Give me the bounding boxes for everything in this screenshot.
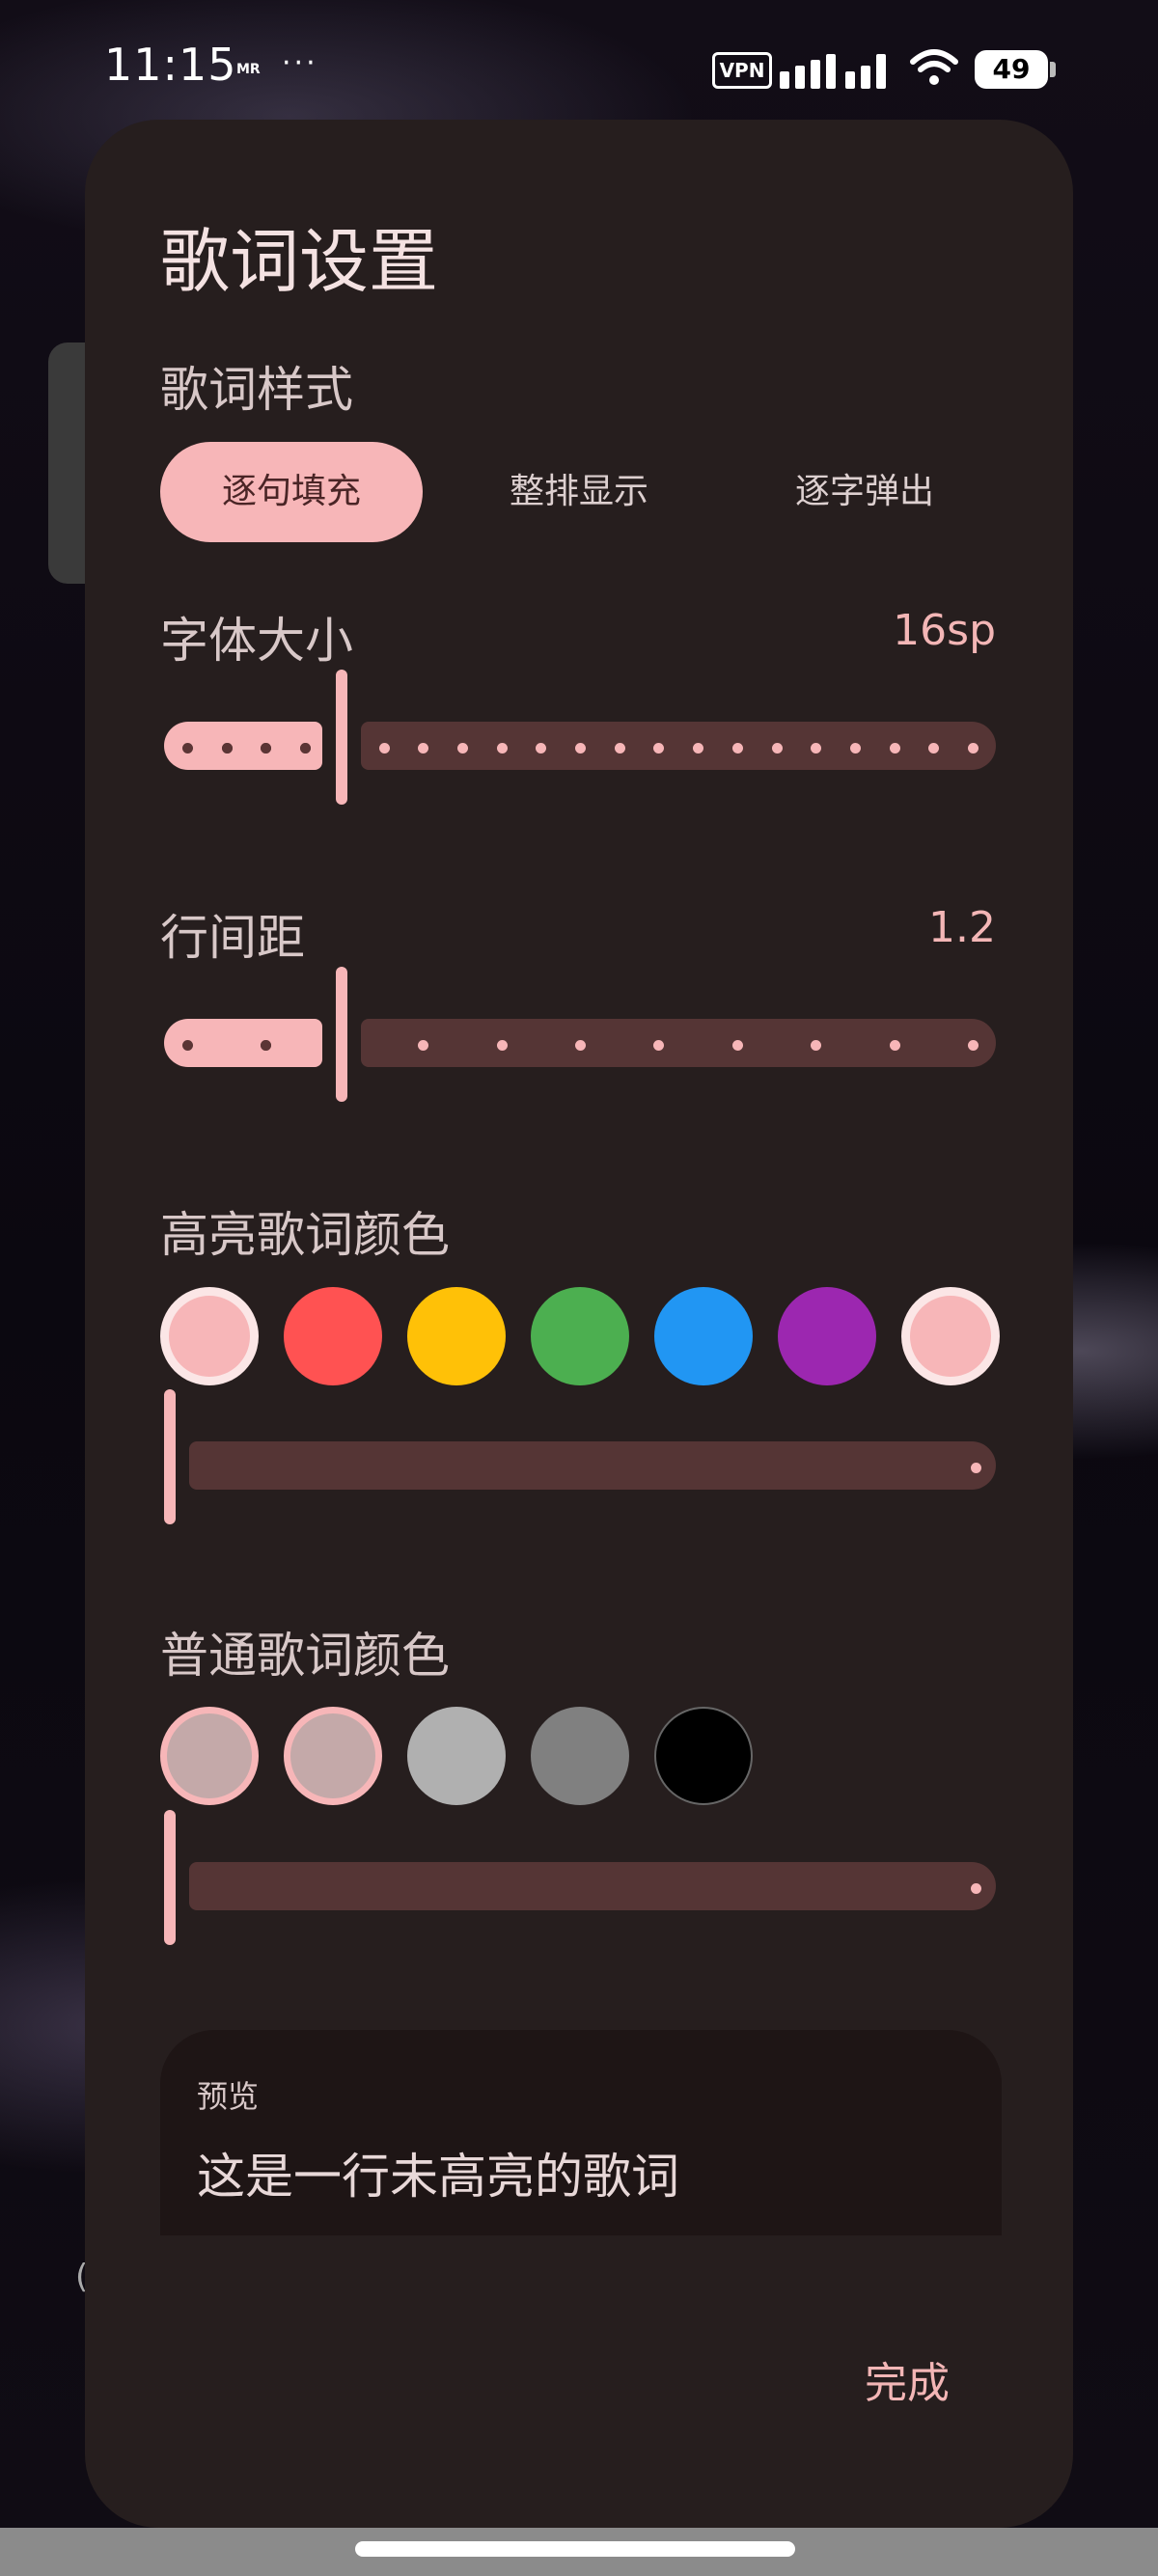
color-swatch[interactable] — [531, 1287, 629, 1385]
slider-inactive-track — [361, 1019, 996, 1067]
slider-inactive-track — [361, 722, 996, 770]
slider-inactive-track — [189, 1441, 996, 1490]
battery-tip — [1050, 62, 1056, 77]
slider-handle[interactable] — [164, 1810, 176, 1945]
slider-tick — [731, 1040, 743, 1051]
slider-tick — [575, 743, 586, 754]
font-size-slider[interactable] — [164, 670, 996, 805]
slider-tick — [889, 743, 900, 754]
style-option-full-line[interactable]: 整排显示 — [448, 442, 710, 542]
style-option-word-pop[interactable]: 逐字弹出 — [733, 442, 996, 542]
slider-tick — [614, 743, 625, 754]
slider-tick — [971, 1883, 981, 1894]
navigation-bar — [0, 2528, 1158, 2576]
normal-color-label: 普通歌词颜色 — [160, 1628, 450, 1684]
slider-tick — [496, 743, 508, 754]
slider-tick — [731, 743, 743, 754]
background-cover-art — [48, 343, 87, 584]
color-swatch[interactable] — [160, 1707, 259, 1805]
dialog-title: 歌词设置 — [160, 221, 439, 302]
slider-tick — [575, 1040, 586, 1051]
slider-handle[interactable] — [336, 967, 347, 1102]
slider-tick — [771, 743, 783, 754]
font-size-label: 字体大小 — [160, 613, 353, 669]
signal-icon — [780, 46, 894, 89]
vpn-icon: VPN — [712, 52, 772, 89]
color-swatch[interactable] — [407, 1287, 506, 1385]
highlight-color-label: 高亮歌词颜色 — [160, 1207, 450, 1263]
line-spacing-label: 行间距 — [160, 910, 305, 966]
home-gesture-handle[interactable] — [355, 2541, 795, 2557]
slider-tick — [968, 743, 979, 754]
carrier-tag: MR — [236, 62, 261, 77]
lyrics-style-label: 歌词样式 — [160, 362, 353, 418]
slider-tick — [221, 743, 233, 754]
color-swatch[interactable] — [160, 1287, 259, 1385]
slider-tick — [496, 1040, 508, 1051]
done-button[interactable]: 完成 — [865, 2348, 950, 2410]
normal-color-slider[interactable] — [164, 1810, 996, 1945]
highlight-color-slider[interactable] — [164, 1389, 996, 1524]
preview-text: 这是一行未高亮的歌词 — [197, 2149, 679, 2205]
slider-tick — [456, 743, 468, 754]
status-bar: 11:15 MR ··· VPN 49 — [0, 0, 1158, 135]
color-swatch[interactable] — [654, 1287, 753, 1385]
wifi-icon — [910, 49, 958, 85]
color-swatch[interactable] — [284, 1287, 382, 1385]
slider-handle[interactable] — [164, 1389, 176, 1524]
line-spacing-value: 1.2 — [928, 903, 996, 952]
slider-tick — [182, 743, 193, 754]
color-swatch[interactable] — [901, 1287, 1000, 1385]
color-swatch[interactable] — [284, 1707, 382, 1805]
color-swatch[interactable] — [778, 1287, 876, 1385]
preview-label: 预览 — [197, 2078, 260, 2115]
slider-tick — [849, 743, 861, 754]
color-swatch[interactable] — [654, 1707, 753, 1805]
battery-icon: 49 — [975, 50, 1048, 89]
slider-tick — [378, 743, 390, 754]
status-time: 11:15 — [104, 39, 237, 91]
slider-tick — [968, 1040, 979, 1051]
lyrics-preview: 预览 这是一行未高亮的歌词 — [160, 2030, 1002, 2235]
color-swatch[interactable] — [407, 1707, 506, 1805]
line-spacing-slider[interactable] — [164, 967, 996, 1102]
lyrics-settings-dialog: 歌词设置 歌词样式 逐句填充 整排显示 逐字弹出 字体大小 16sp 行间距 1… — [85, 120, 1073, 2528]
style-option-line-fill[interactable]: 逐句填充 — [160, 442, 423, 542]
slider-inactive-track — [189, 1862, 996, 1910]
slider-tick — [971, 1463, 981, 1473]
slider-tick — [182, 1040, 193, 1051]
more-notifications-icon: ··· — [282, 46, 318, 80]
slider-handle[interactable] — [336, 670, 347, 805]
slider-tick — [889, 1040, 900, 1051]
color-swatch[interactable] — [531, 1707, 629, 1805]
font-size-value: 16sp — [893, 606, 996, 655]
